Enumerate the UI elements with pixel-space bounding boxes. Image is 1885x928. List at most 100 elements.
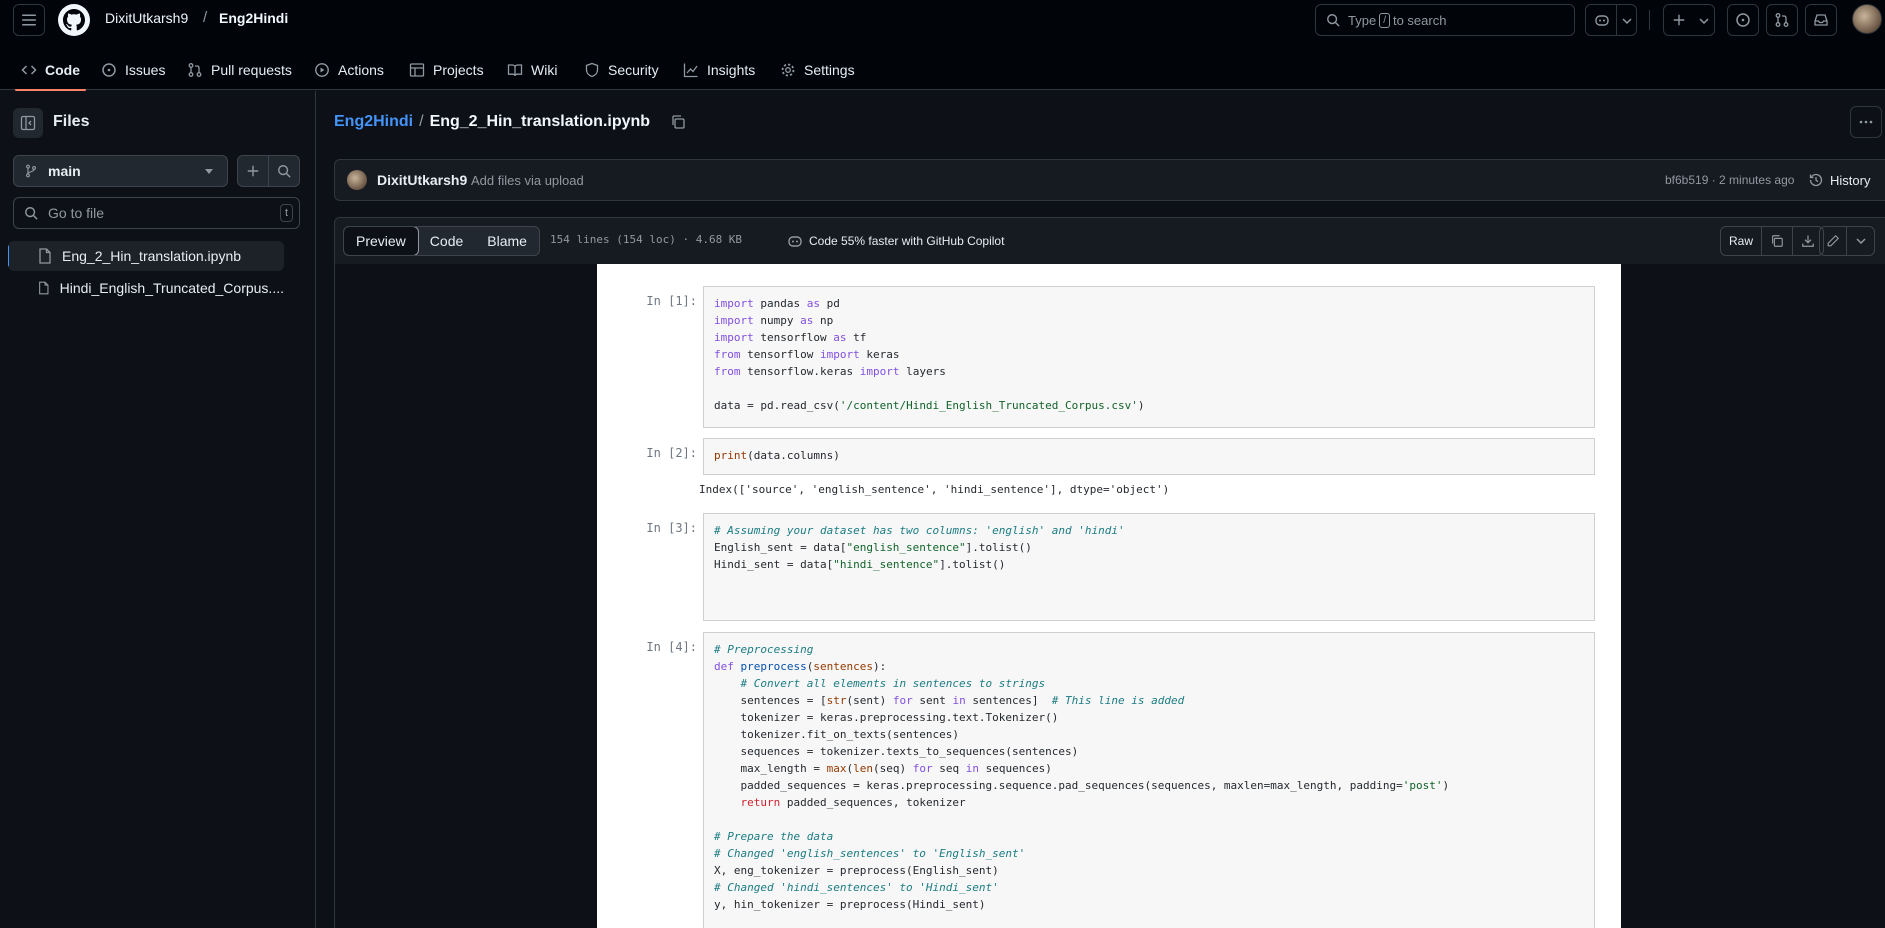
file-meta: 154 lines (154 loc) · 4.68 KB: [550, 233, 743, 246]
copy-path-icon[interactable]: [670, 114, 686, 130]
code-token: '/content/Hindi_English_Truncated_Corpus…: [839, 399, 1138, 412]
tab-insights[interactable]: Insights: [683, 50, 755, 90]
commit-author-avatar[interactable]: [347, 170, 367, 190]
tab-security[interactable]: Security: [584, 50, 659, 90]
code-token: def: [714, 660, 734, 673]
commit-sha-time[interactable]: bf6b519 · 2 minutes ago: [1665, 173, 1794, 187]
code-token: (sent): [846, 694, 893, 707]
code-token: sentences = [: [714, 694, 827, 707]
shield-icon: [585, 62, 599, 78]
cell-output: Index(['source', 'english_sentence', 'hi…: [699, 483, 1170, 496]
tab-wiki[interactable]: Wiki: [507, 50, 557, 90]
plus-icon: [247, 165, 259, 177]
tab-actions[interactable]: Actions: [314, 50, 384, 90]
path-repo-link[interactable]: Eng2Hindi: [334, 113, 413, 131]
go-to-file-input[interactable]: Go to file t: [13, 197, 300, 229]
octocat-icon: [63, 9, 85, 31]
code-token: as: [833, 331, 847, 344]
tab-issues[interactable]: Issues: [101, 50, 165, 90]
breadcrumb-separator: /: [203, 9, 208, 26]
issue-icon: [1736, 13, 1750, 27]
copilot-promo[interactable]: Code 55% faster with GitHub Copilot: [787, 233, 1004, 249]
git-branch-icon: [25, 164, 37, 178]
code-token: tensorflow.keras: [740, 365, 860, 378]
go-to-file-shortcut: t: [279, 204, 293, 222]
inbox-button[interactable]: [1805, 4, 1837, 36]
search-files-button[interactable]: [268, 155, 300, 187]
tab-label: Wiki: [531, 62, 558, 78]
code-token: tensorflow: [753, 331, 834, 344]
copy-icon: [1772, 235, 1783, 247]
tab-code[interactable]: Code: [15, 50, 86, 91]
edit-file-button[interactable]: [1820, 227, 1847, 255]
code-token: Hindi_sent = data[: [714, 558, 834, 571]
search-icon: [278, 165, 291, 178]
code-token: X, eng_tokenizer = preprocess(English_se…: [714, 864, 999, 877]
search-placeholder-start: Type: [1348, 12, 1377, 28]
file-name: Hindi_English_Truncated_Corpus....: [59, 280, 284, 296]
copilot-button[interactable]: [1585, 4, 1637, 36]
code-token: sequences = tokenizer.texts_to_sequences…: [714, 745, 1079, 758]
commit-author[interactable]: DixitUtkarsh9: [377, 172, 467, 188]
edit-dropdown-button[interactable]: [1847, 227, 1874, 255]
file-toolbar: Preview Code Blame 154 lines (154 loc) ·…: [334, 217, 1885, 265]
code-line: import pandas as pd: [714, 295, 1594, 312]
breadcrumb-owner[interactable]: DixitUtkarsh9: [105, 10, 188, 26]
more-options-button[interactable]: [1850, 106, 1882, 138]
commit-message[interactable]: Add files via upload: [471, 173, 584, 188]
preview-tab[interactable]: Preview: [343, 227, 419, 255]
code-token: np: [813, 314, 834, 327]
kebab-horizontal-icon: [1859, 120, 1873, 124]
cell-prompt: In [4]:: [646, 640, 697, 654]
raw-actions: Raw: [1720, 226, 1825, 256]
file-tree-panel: Files main Go to file t Eng_2_Hin_transl…: [0, 91, 316, 928]
files-heading: Files: [53, 113, 90, 130]
code-token: ): [1442, 779, 1450, 792]
raw-button[interactable]: Raw: [1721, 227, 1763, 255]
code-token: layers: [899, 365, 946, 378]
user-avatar[interactable]: [1852, 4, 1882, 34]
code-token: # Convert all elements in sentences to s…: [740, 677, 1046, 690]
tab-projects[interactable]: Projects: [409, 50, 484, 90]
collapse-file-tree-button[interactable]: [13, 108, 43, 138]
code-token: (data.columns): [747, 449, 840, 462]
download-icon: [1802, 235, 1814, 247]
code-line: Hindi_sent = data["hindi_sentence"].toli…: [714, 556, 1594, 573]
code-token: sentences: [813, 660, 873, 673]
code-token: pd: [819, 297, 840, 310]
code-token: preprocess: [740, 660, 807, 673]
branch-selector[interactable]: main: [13, 155, 228, 187]
code-token: padded_sequences = keras.preprocessing.s…: [714, 779, 1403, 792]
code-line: sentences = [str(sent) for sent in sente…: [714, 692, 1594, 709]
code-token: in: [965, 762, 979, 775]
tab-settings[interactable]: Settings: [780, 50, 855, 90]
global-header: DixitUtkarsh9 / Eng2Hindi Type / to sear…: [0, 0, 1885, 91]
add-file-button[interactable]: [237, 155, 269, 187]
breadcrumb-repo[interactable]: Eng2Hindi: [219, 10, 288, 26]
chevron-down-icon: [1699, 18, 1709, 25]
code-token: tokenizer.fit_on_texts(sentences): [714, 728, 960, 741]
blame-tab[interactable]: Blame: [475, 227, 539, 255]
path-separator: /: [419, 113, 424, 130]
copy-raw-button[interactable]: [1762, 227, 1794, 255]
file-tree-item[interactable]: Eng_2_Hin_translation.ipynb: [8, 241, 284, 271]
play-icon: [315, 63, 329, 77]
search-input[interactable]: Type / to search: [1315, 4, 1575, 36]
menu-button[interactable]: [13, 4, 45, 36]
github-logo[interactable]: [58, 4, 90, 36]
pull-requests-button[interactable]: [1766, 4, 1798, 36]
code-view-tab[interactable]: Code: [418, 227, 475, 255]
create-new-button[interactable]: [1663, 4, 1715, 36]
tab-pull-requests[interactable]: Pull requests: [187, 50, 292, 90]
code-token: y, hin_tokenizer = preprocess(Hindi_sent…: [714, 898, 986, 911]
code-token: return: [740, 796, 781, 809]
graph-icon: [683, 63, 698, 78]
issues-button[interactable]: [1727, 4, 1759, 36]
code-token: sentences]: [965, 694, 1052, 707]
tab-label: Pull requests: [211, 62, 292, 78]
history-button[interactable]: History: [1808, 172, 1870, 188]
file-tree-item[interactable]: Hindi_English_Truncated_Corpus....: [8, 273, 284, 303]
edit-actions: [1819, 226, 1875, 256]
